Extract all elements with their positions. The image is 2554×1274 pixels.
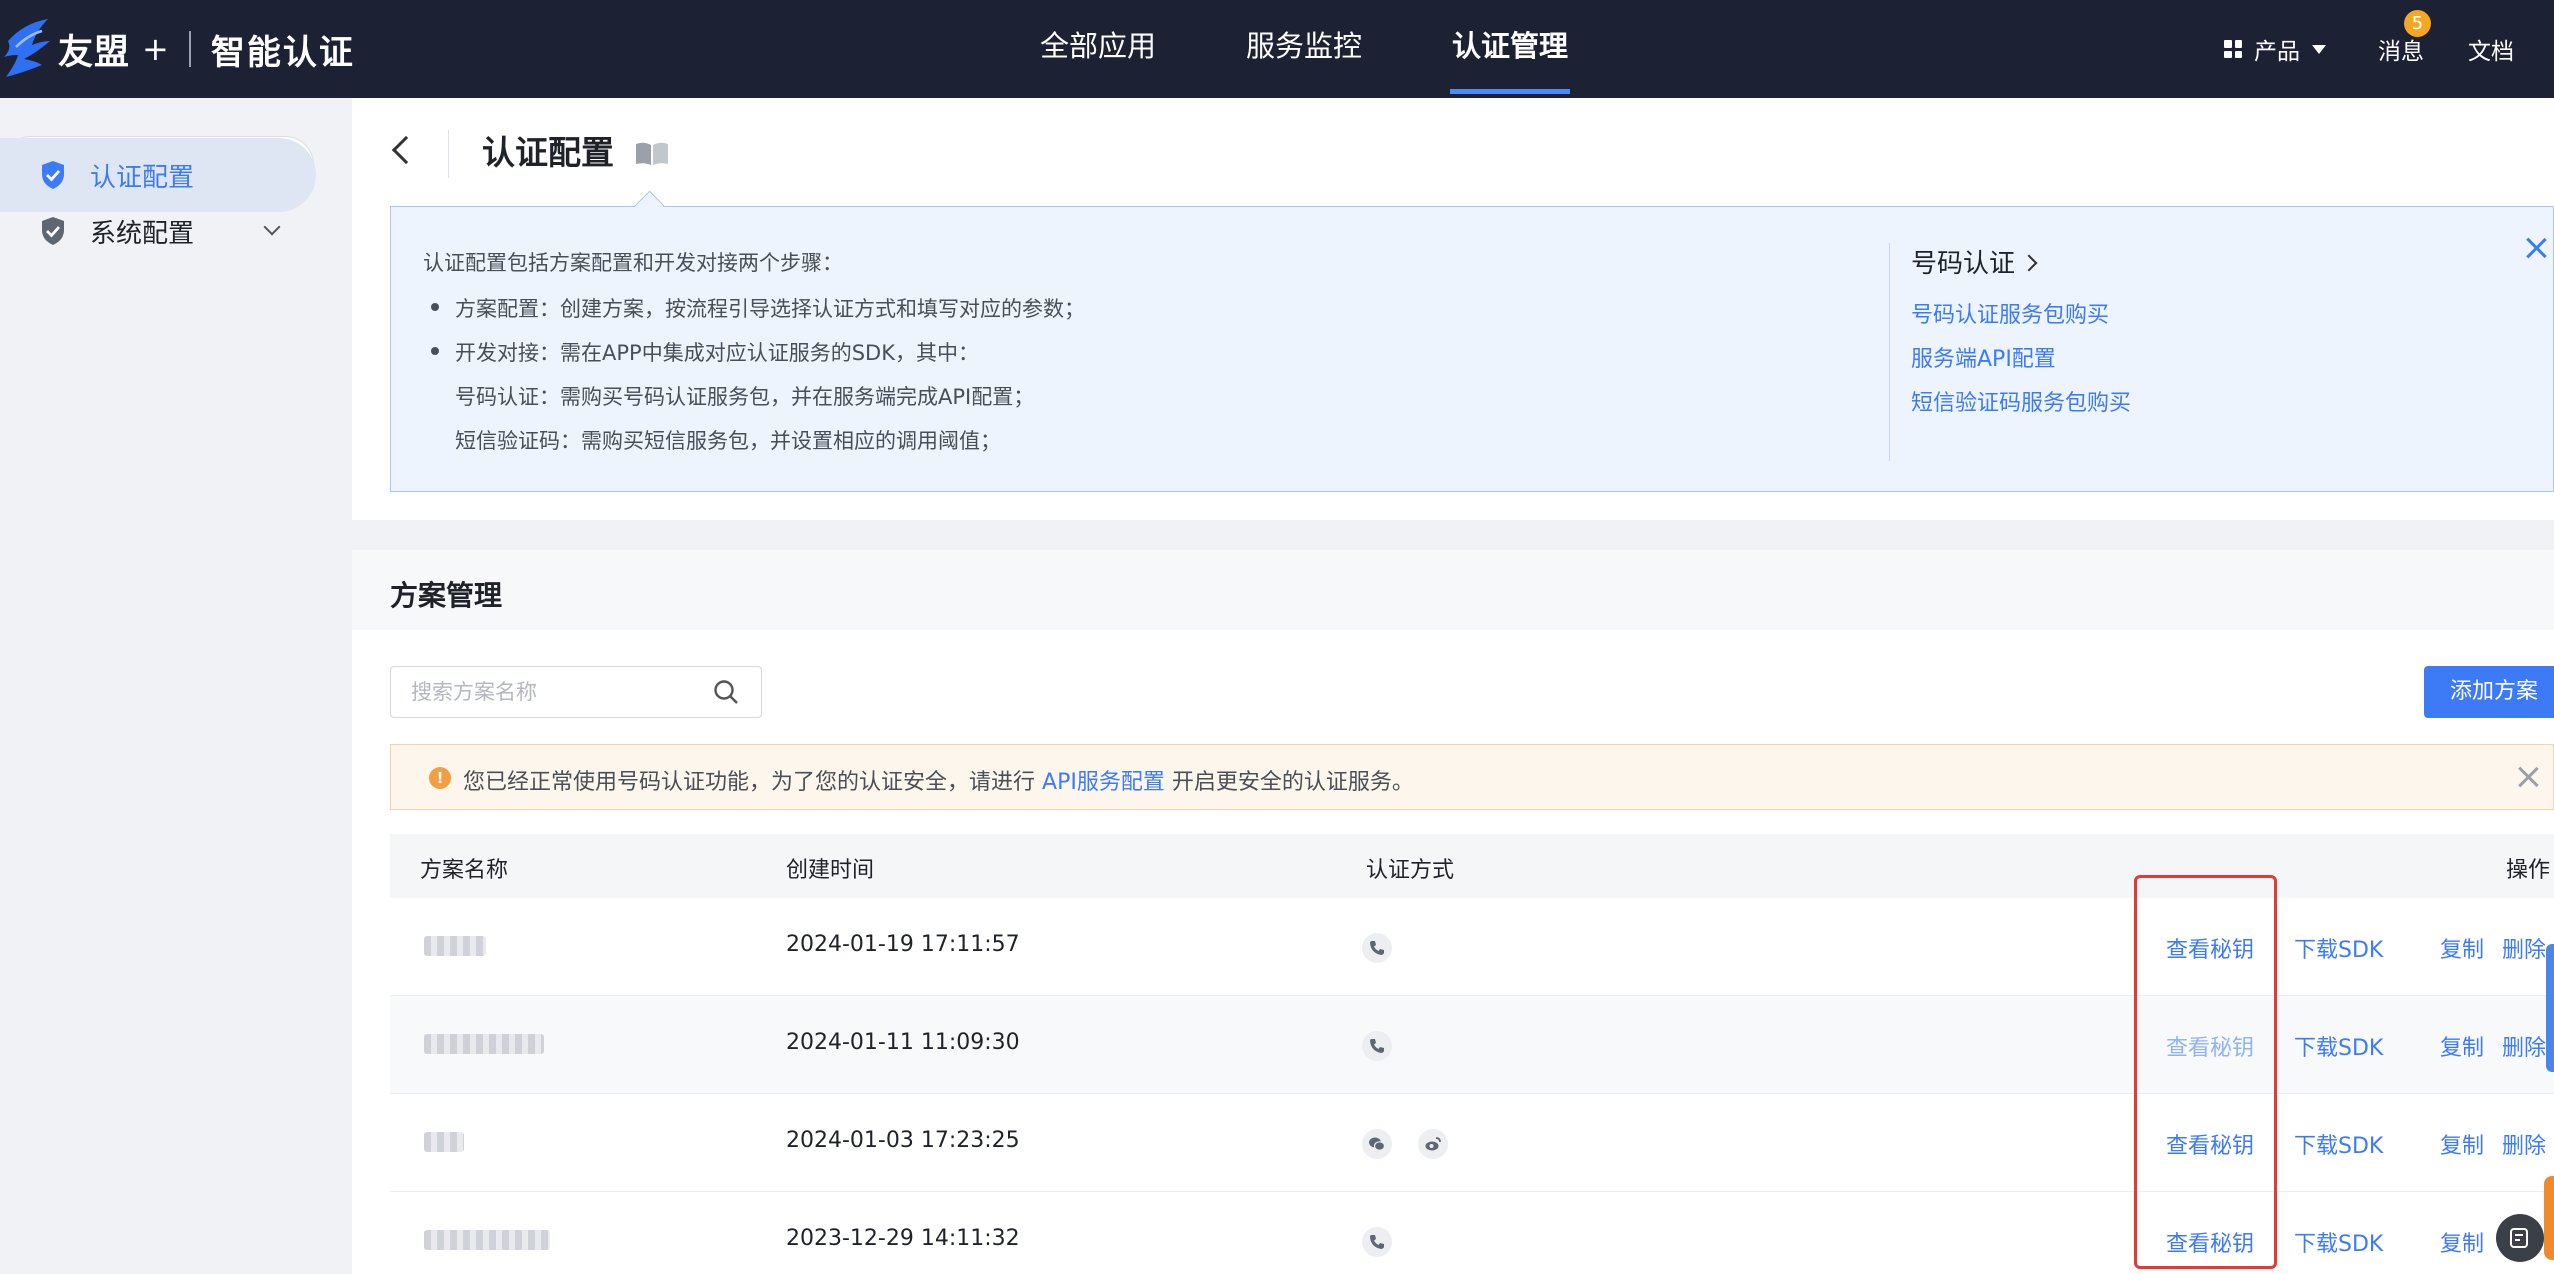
download-sdk-link[interactable]: 下载SDK [2294, 932, 2383, 964]
col-actions: 操作 [2506, 858, 2551, 883]
phone-icon [1362, 1227, 1392, 1257]
brand-name: 友盟 [58, 32, 131, 73]
warning-icon: ! [429, 767, 451, 789]
notice-text-after: 开启更安全的认证服务。 [1171, 770, 1414, 795]
product-name: 智能认证 [210, 32, 355, 73]
scheme-section-title: 方案管理 [390, 579, 503, 612]
guide-step-dev: 开发对接：需在APP中集成对应认证服务的SDK，其中： [431, 337, 979, 367]
chevron-down-icon [263, 218, 281, 236]
created-time: 2024-01-19 17:11:57 [786, 932, 1020, 957]
scheme-search-input[interactable] [391, 667, 691, 717]
messages-link[interactable]: 消息 5 [2378, 10, 2431, 66]
chat-doc-icon [2510, 1228, 2528, 1248]
delete-link[interactable]: 删除 [2502, 932, 2546, 964]
nav-tabs: 全部应用 服务监控 认证管理 [1040, 0, 1658, 98]
nav-right: 产品 消息 5 文档 [2224, 0, 2514, 98]
nav-tab-service-monitor[interactable]: 服务监控 [1246, 0, 1362, 98]
download-sdk-link[interactable]: 下载SDK [2294, 1128, 2383, 1160]
scheme-name-redacted [424, 1034, 544, 1054]
side-tab-blue[interactable] [2546, 944, 2554, 1072]
nav-tab-all-apps[interactable]: 全部应用 [1040, 0, 1156, 98]
top-navbar: 友盟 + 智能认证 全部应用 服务监控 认证管理 产品 消息 5 文档 [0, 0, 2554, 98]
col-auth-method: 认证方式 [1366, 858, 1455, 883]
server-api-config-link[interactable]: 服务端API配置 [1911, 341, 2056, 373]
shield-check-icon [42, 217, 64, 245]
copy-link[interactable]: 复制 [2440, 1030, 2484, 1062]
guide-sub-sms: 短信验证码：需购买短信服务包，并设置相应的调用阈值； [455, 429, 1001, 453]
add-scheme-button[interactable]: 添加方案 [2424, 666, 2554, 718]
brand[interactable]: 友盟 + 智能认证 [0, 0, 355, 98]
scheme-name-redacted [424, 1132, 464, 1152]
nav-tab-auth-management[interactable]: 认证管理 [1450, 0, 1571, 98]
chevron-right-icon [2020, 254, 2038, 272]
created-time: 2024-01-11 11:09:30 [786, 1030, 1020, 1055]
buy-number-auth-link[interactable]: 号码认证服务包购买 [1911, 297, 2109, 329]
buy-sms-package-link[interactable]: 短信验证码服务包购买 [1911, 385, 2131, 417]
docs-link[interactable]: 文档 [2468, 32, 2514, 66]
sidebar: 版 认证配置 系统配置 [0, 98, 352, 1274]
copy-link[interactable]: 复制 [2440, 1128, 2484, 1160]
umeng-logo-icon [4, 19, 50, 77]
guide-divider [1889, 243, 1890, 461]
brand-divider [188, 31, 191, 67]
grid-icon [2224, 40, 2242, 58]
wechat-icon [1362, 1129, 1392, 1159]
caret-down-icon [2312, 44, 2326, 54]
notice-text: 您已经正常使用号码认证功能，为了您的认证安全，请进行 API服务配置 开启更安全… [463, 764, 1414, 796]
support-chat-button[interactable] [2496, 1214, 2544, 1262]
created-time: 2024-01-03 17:23:25 [786, 1128, 1020, 1153]
sidebar-item-system-config[interactable]: 系统配置 [0, 208, 316, 254]
messages-label: 消息 [2378, 39, 2424, 65]
number-auth-title: 号码认证 [1911, 249, 2016, 279]
close-icon[interactable] [2517, 766, 2539, 788]
search-icon[interactable] [713, 679, 739, 705]
page-title: 认证配置 [482, 133, 614, 172]
copy-link[interactable]: 复制 [2440, 932, 2484, 964]
guide-step-scheme: 方案配置：创建方案，按流程引导选择认证方式和填写对应的参数； [431, 293, 1085, 323]
sidebar-item-label: 认证配置 [90, 162, 195, 193]
highlight-box [2134, 875, 2277, 1269]
guide-intro: 认证配置包括方案配置和开发对接两个步骤： [423, 251, 843, 275]
weibo-icon [1418, 1129, 1448, 1159]
phone-icon [1362, 1031, 1392, 1061]
brand-plus: + [142, 30, 169, 68]
title-divider [448, 130, 449, 178]
guide-sub-number-auth: 号码认证：需购买号码认证服务包，并在服务端完成API配置； [455, 385, 1035, 409]
notice-text-before: 您已经正常使用号码认证功能，为了您的认证安全，请进行 [463, 770, 1036, 795]
col-scheme-name: 方案名称 [420, 858, 509, 883]
download-sdk-link[interactable]: 下载SDK [2294, 1226, 2383, 1258]
book-icon[interactable] [634, 141, 670, 167]
sidebar-item-label: 系统配置 [90, 218, 195, 249]
product-menu-label: 产品 [2254, 39, 2300, 65]
scheme-search [390, 666, 762, 718]
number-auth-link[interactable]: 号码认证 [1911, 243, 2038, 280]
copy-link[interactable]: 复制 [2440, 1226, 2484, 1258]
scheme-name-redacted [424, 936, 486, 956]
message-count-badge: 5 [2404, 10, 2431, 37]
sidebar-item-auth-config[interactable]: 认证配置 [0, 138, 316, 212]
api-service-config-link[interactable]: API服务配置 [1042, 770, 1165, 795]
scheme-section-header [352, 550, 2554, 630]
delete-link[interactable]: 删除 [2502, 1128, 2546, 1160]
shield-check-icon [42, 161, 64, 189]
security-notice: ! 您已经正常使用号码认证功能，为了您的认证安全，请进行 API服务配置 开启更… [390, 744, 2554, 810]
product-menu[interactable]: 产品 [2224, 32, 2326, 66]
col-created-time: 创建时间 [786, 858, 875, 883]
delete-link[interactable]: 删除 [2502, 1030, 2546, 1062]
scheme-name-redacted [424, 1230, 550, 1250]
guide-info-box: 认证配置包括方案配置和开发对接两个步骤： 方案配置：创建方案，按流程引导选择认证… [390, 206, 2554, 492]
close-icon[interactable] [2525, 237, 2547, 259]
created-time: 2023-12-29 14:11:32 [786, 1226, 1020, 1251]
phone-icon [1362, 933, 1392, 963]
side-tab-orange[interactable] [2544, 1176, 2554, 1260]
download-sdk-link[interactable]: 下载SDK [2294, 1030, 2383, 1062]
